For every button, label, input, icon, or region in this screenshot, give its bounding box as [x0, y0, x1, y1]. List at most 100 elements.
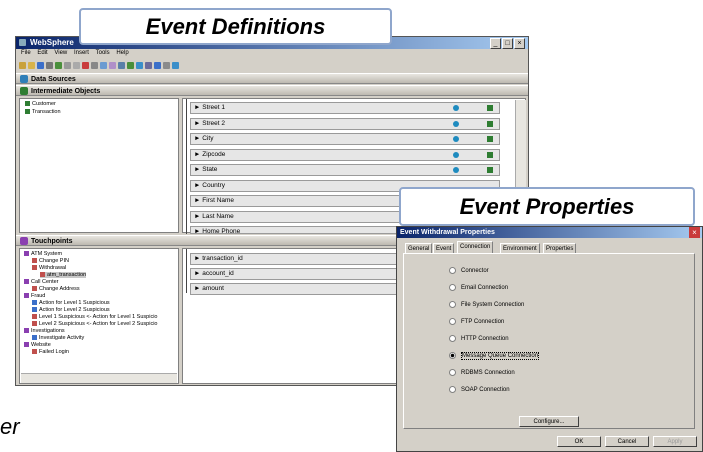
object-icon[interactable]: [487, 167, 493, 173]
section-intermediate-objects[interactable]: Intermediate Objects: [16, 85, 528, 96]
folder-icon: [24, 328, 29, 334]
event-icon: [32, 286, 37, 292]
toolbar-tool-icon[interactable]: [118, 62, 125, 69]
tree-item-failed-login[interactable]: Failed Login: [32, 349, 69, 355]
tree-item-change-pin[interactable]: Change PIN: [32, 258, 69, 264]
event-icon: [32, 349, 37, 355]
edit-icon[interactable]: [453, 105, 459, 111]
tree-item-transaction[interactable]: Transaction: [25, 109, 61, 115]
tree-item-level-1-suspicious[interactable]: Level 1 Suspicious <- Action for Level 1…: [32, 314, 157, 320]
toolbar-grid-icon[interactable]: [136, 62, 143, 69]
toolbar-settings-icon[interactable]: [163, 62, 170, 69]
apply-button[interactable]: Apply: [653, 436, 697, 447]
tree-item-atm-system[interactable]: ATM System: [24, 251, 62, 257]
toolbar-open-icon[interactable]: [28, 62, 35, 69]
menu-tools[interactable]: Tools: [96, 50, 110, 56]
object-icon[interactable]: [487, 105, 493, 111]
horizontal-scrollbar[interactable]: [21, 373, 177, 383]
radio-indicator[interactable]: [449, 284, 456, 291]
object-icon: [40, 272, 45, 278]
toolbar-filter-icon[interactable]: [127, 62, 134, 69]
close-button[interactable]: ×: [514, 38, 525, 49]
toolbar-arrow-icon[interactable]: [100, 62, 107, 69]
radio-indicator[interactable]: [449, 267, 456, 274]
dialog-close-icon[interactable]: ×: [689, 227, 700, 238]
radio-email-connection[interactable]: Email Connection: [449, 284, 508, 291]
intermediate-tree-panel: Customer Transaction: [19, 98, 179, 233]
object-icon[interactable]: [487, 136, 493, 142]
radio-http-connection[interactable]: HTTP Connection: [449, 335, 509, 342]
field-street-1[interactable]: ► Street 1: [190, 102, 500, 114]
ok-button[interactable]: OK: [557, 436, 601, 447]
intermediate-objects-icon: [20, 87, 28, 95]
event-icon: [32, 265, 37, 271]
menu-insert[interactable]: Insert: [74, 50, 89, 56]
radio-message-queue-connection[interactable]: Message Queue Connection: [449, 352, 540, 361]
toolbar: [18, 60, 526, 71]
tree-item-withdrawal[interactable]: Withdrawal: [32, 265, 66, 271]
radio-indicator[interactable]: [449, 318, 456, 325]
toolbar-copy-icon[interactable]: [64, 62, 71, 69]
tree-item-call-center[interactable]: Call Center: [24, 279, 59, 285]
radio-ftp-connection[interactable]: FTP Connection: [449, 318, 504, 325]
tree-item-action-level-1[interactable]: Action for Level 1 Suspicious: [32, 300, 110, 306]
edit-icon[interactable]: [453, 121, 459, 127]
object-icon[interactable]: [487, 152, 493, 158]
toolbar-save-icon[interactable]: [37, 62, 44, 69]
radio-file-system-connection[interactable]: File System Connection: [449, 301, 524, 308]
menu-file[interactable]: File: [21, 50, 31, 56]
section-data-sources[interactable]: Data Sources: [16, 73, 528, 84]
configure-button[interactable]: Configure...: [519, 416, 579, 427]
dialog-title: Event Withdrawal Properties: [400, 229, 495, 236]
toolbar-delete-icon[interactable]: [82, 62, 89, 69]
field-street-2[interactable]: ► Street 2: [190, 118, 500, 130]
menu-view[interactable]: View: [54, 50, 67, 56]
toolbar-cut-icon[interactable]: [91, 62, 98, 69]
maximize-button[interactable]: □: [502, 38, 513, 49]
tree-item-investigate-activity[interactable]: Investigate Activity: [32, 335, 84, 341]
menu-edit[interactable]: Edit: [37, 50, 47, 56]
radio-indicator[interactable]: [449, 301, 456, 308]
radio-soap-connection[interactable]: SOAP Connection: [449, 386, 510, 393]
toolbar-link-icon[interactable]: [109, 62, 116, 69]
tree-item-level-2-suspicious[interactable]: Level 2 Suspicious <- Action for Level 2…: [32, 321, 157, 327]
radio-rdbms-connection[interactable]: RDBMS Connection: [449, 369, 515, 376]
tree-item-customer[interactable]: Customer: [25, 101, 56, 107]
radio-indicator[interactable]: [449, 386, 456, 393]
window-title: WebSphere: [30, 38, 74, 47]
field-state[interactable]: ► State: [190, 164, 500, 176]
radio-indicator[interactable]: [449, 369, 456, 376]
toolbar-print-icon[interactable]: [46, 62, 53, 69]
toolbar-chart-icon[interactable]: [154, 62, 161, 69]
intermediate-objects-label: Intermediate Objects: [31, 88, 101, 95]
tree-item-change-address[interactable]: Change Address: [32, 286, 80, 292]
edit-icon[interactable]: [453, 152, 459, 158]
toolbar-paste-icon[interactable]: [73, 62, 80, 69]
tree-item-atm-transaction[interactable]: atm_transaction: [40, 272, 87, 278]
tree-item-fraud[interactable]: Fraud: [24, 293, 45, 299]
field-city[interactable]: ► City: [190, 133, 500, 145]
object-icon: [25, 101, 30, 107]
toolbar-new-icon[interactable]: [19, 62, 26, 69]
radio-indicator-selected[interactable]: [449, 352, 456, 359]
minimize-button[interactable]: _: [490, 38, 501, 49]
event-icon: [32, 321, 37, 327]
field-zipcode[interactable]: ► Zipcode: [190, 149, 500, 161]
edit-icon[interactable]: [453, 167, 459, 173]
menu-help[interactable]: Help: [116, 50, 128, 56]
edit-icon[interactable]: [453, 136, 459, 142]
touchpoints-icon: [20, 237, 28, 245]
radio-connector[interactable]: Connector: [449, 267, 489, 274]
toolbar-table-icon[interactable]: [145, 62, 152, 69]
action-icon: [32, 335, 37, 341]
toolbar-add-icon[interactable]: [55, 62, 62, 69]
toolbar-info-icon[interactable]: [172, 62, 179, 69]
cancel-button[interactable]: Cancel: [605, 436, 649, 447]
tree-item-website[interactable]: Website: [24, 342, 51, 348]
tree-item-investigations[interactable]: Investigations: [24, 328, 65, 334]
tree-line: [186, 99, 187, 234]
object-icon: [25, 109, 30, 115]
tree-item-action-level-2[interactable]: Action for Level 2 Suspicious: [32, 307, 110, 313]
radio-indicator[interactable]: [449, 335, 456, 342]
object-icon[interactable]: [487, 121, 493, 127]
